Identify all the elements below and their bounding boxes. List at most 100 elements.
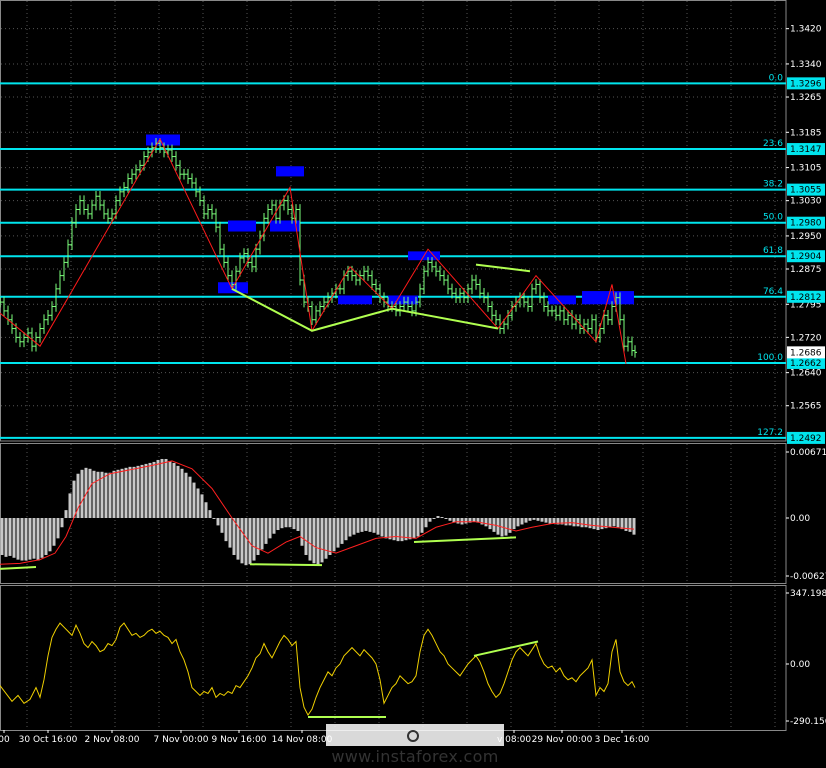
current-price-label: 1.2686 [790,348,822,358]
fib-price-label: 1.3296 [790,79,822,89]
macd-histogram-bar [212,518,216,519]
macd-histogram-bar [412,518,416,539]
macd-histogram-bar [224,518,228,542]
macd-histogram-bar [568,518,572,526]
macd-histogram-bar [232,518,236,556]
trend-line [391,307,499,330]
macd-histogram-bar [588,518,592,529]
price-tick-label: 1.3185 [790,128,822,138]
macd-histogram-bar [244,518,248,566]
fib-price-label: 1.2662 [790,359,822,369]
price-tick-label: 1.2875 [790,265,822,275]
macd-histogram-bar [276,518,280,531]
macd-histogram-bar [348,518,352,537]
macd-histogram-bar [628,518,632,532]
macd-histogram-bar [416,518,420,537]
macd-histogram-bar [340,518,344,544]
macd-histogram-bar [384,518,388,539]
macd-histogram-bar [580,518,584,528]
grid [0,0,787,731]
macd-histogram-bar [364,518,368,531]
macd-histogram-bar [208,510,212,518]
macd-divergence-line [249,563,323,567]
macd-histogram-bar [56,518,60,539]
macd-histogram-bar [512,518,516,530]
price-tick-label: 1.2640 [790,369,822,379]
macd-histogram-bar [44,518,48,556]
macd-histogram-bar [72,480,76,518]
macd-histogram-bar [40,518,44,558]
macd-histogram-bar [188,476,192,518]
macd-histogram-bar [592,518,596,530]
macd-histogram-bar [0,518,4,556]
macd-histogram-bar [12,518,16,558]
macd-histogram-bar [428,518,432,522]
macd-histogram-bar [272,518,276,534]
macd-histogram-bar [228,518,232,548]
macd-histogram-bar [524,518,528,523]
macd-histogram-bar [240,518,244,564]
macd-histogram-bar [368,518,372,532]
macd-histogram-bar [24,518,28,561]
macd-histogram-bar [372,518,376,533]
macd-histogram-bar [104,472,108,518]
fib-price-label: 1.3147 [790,145,822,155]
macd-histogram-bar [440,517,444,519]
price-tick-label: 1.2950 [790,232,822,242]
macd-histogram-bar [400,518,404,542]
macd-histogram-bar [576,518,580,527]
macd-histogram-bar [216,518,220,526]
fib-ratio-label: 76.4 [763,287,783,297]
macd-histogram-bar [148,462,152,518]
macd-histogram-bar [200,494,204,518]
macd-histogram-bar [108,472,112,518]
macd-histogram-bar [408,518,412,540]
macd-histogram-bar [424,518,428,528]
fib-price-label: 1.2812 [790,293,822,303]
macd-histogram-bar [20,518,24,561]
watermark: www.instaforex.com [326,724,504,766]
macd-histogram-bar [136,465,140,518]
macd-histogram-bar [448,518,452,521]
macd-histogram-bar [160,458,164,518]
macd-histogram-bar [324,518,328,559]
macd-histogram-bar [252,518,256,561]
macd-histogram-bar [376,518,380,535]
macd-histogram-bar [192,482,196,518]
macd-histogram-bar [572,518,576,527]
macd-histogram-bar [516,518,520,527]
price-tick-label: 1.3265 [790,93,822,103]
level-zone [548,295,576,305]
macd-histogram-bar [472,518,476,522]
macd-histogram-bar [304,518,308,556]
macd-histogram-bar [32,518,36,559]
price-tick-label: 1.2565 [790,402,822,412]
macd-histogram-bar [316,518,320,566]
macd-histogram-bar [312,518,316,564]
fib-ratio-label: 23.6 [763,139,783,149]
macd-histogram-bar [320,518,324,563]
fib-price-label: 1.2904 [790,252,822,262]
macd-histogram-bar [168,460,172,518]
cci-panel [0,622,636,719]
fib-ratio-label: 127.2 [757,428,783,438]
x-tick-label: 9 Nov 16:00 [212,735,267,745]
macd-histogram-bar [184,472,188,518]
macd-tick-label: -0.00627 [790,572,826,582]
fib-ratio-label: 61.8 [763,246,783,256]
x-tick-label: 7 Nov 00:00 [154,735,209,745]
macd-histogram-bar [36,518,40,561]
macd-histogram-bar [464,518,468,524]
macd-histogram-bar [92,470,96,518]
macd-histogram-bar [8,518,12,556]
macd-histogram-bar [112,470,116,518]
macd-histogram-bar [164,458,168,518]
macd-histogram-bar [52,518,56,546]
macd-histogram-bar [4,518,8,557]
macd-histogram-bar [552,518,556,524]
macd-histogram-bar [356,518,360,533]
macd-histogram-bar [292,518,296,530]
macd-histogram-bar [88,468,92,518]
price-tick-label: 1.3420 [790,25,822,35]
macd-histogram-bar [180,468,184,518]
